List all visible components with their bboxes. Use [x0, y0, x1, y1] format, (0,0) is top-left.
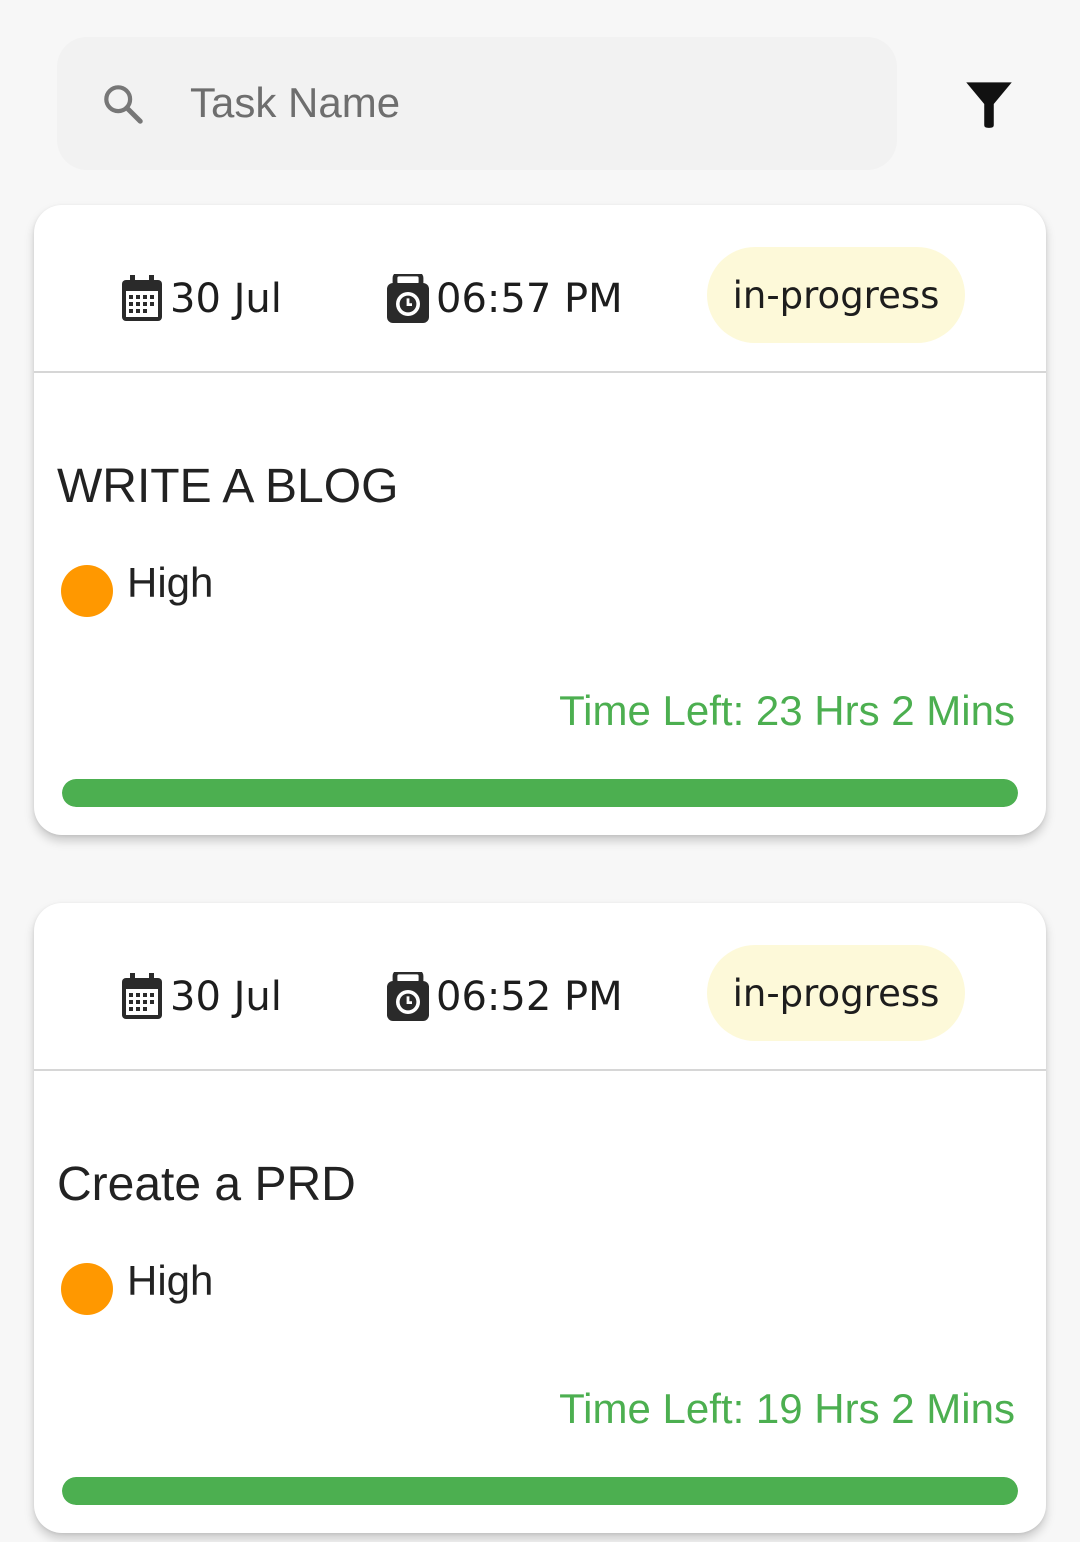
calendar-icon — [122, 275, 162, 321]
time-left-label: Time Left: 19 Hrs 2 Mins — [559, 1385, 1015, 1432]
clock-icon — [387, 972, 429, 1021]
priority-label: High — [127, 559, 214, 606]
status-badge: in-progress — [707, 247, 965, 343]
time-left-label: Time Left: 23 Hrs 2 Mins — [559, 687, 1015, 734]
progress-bar — [62, 1477, 1018, 1505]
priority-dot-icon — [61, 1263, 113, 1315]
task-time-label: 06:52 PM — [436, 974, 623, 1020]
task-card-header: 30 Jul 06:57 PM in-progress — [34, 205, 1046, 373]
task-date-label: 30 Jul — [170, 276, 282, 322]
task-time: 06:52 PM — [386, 969, 623, 1025]
task-title: WRITE A BLOG — [57, 460, 399, 513]
task-date: 30 Jul — [120, 271, 282, 327]
task-date: 30 Jul — [120, 969, 282, 1025]
clock-icon — [387, 274, 429, 323]
priority-label: High — [127, 1257, 214, 1304]
status-badge: in-progress — [707, 945, 965, 1041]
progress-bar-fill — [62, 1477, 1018, 1505]
task-time: 06:57 PM — [386, 271, 623, 327]
task-date-label: 30 Jul — [170, 974, 282, 1020]
calendar-icon — [122, 973, 162, 1019]
task-title: Create a PRD — [57, 1158, 356, 1211]
filter-icon[interactable] — [962, 78, 1016, 130]
priority-dot-icon — [61, 565, 113, 617]
progress-bar — [62, 779, 1018, 807]
progress-bar-fill — [62, 779, 1018, 807]
task-time-label: 06:57 PM — [436, 276, 623, 322]
search-input[interactable] — [190, 68, 790, 138]
task-card[interactable]: 30 Jul 06:52 PM in-progress Create a PRD… — [34, 903, 1046, 1533]
search-icon — [104, 85, 143, 124]
task-card[interactable]: 30 Jul 06:57 PM in-progress WRITE A BLOG… — [34, 205, 1046, 835]
task-card-header: 30 Jul 06:52 PM in-progress — [34, 903, 1046, 1071]
